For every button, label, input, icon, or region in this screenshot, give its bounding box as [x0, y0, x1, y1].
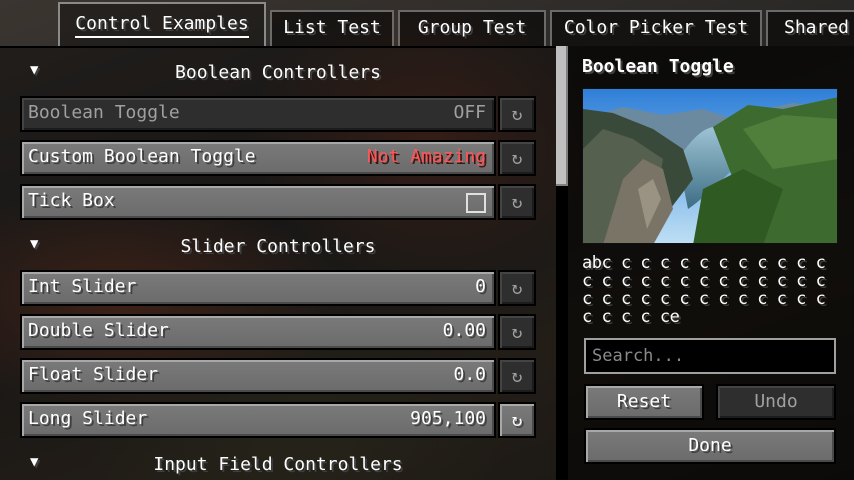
- reset-arrow-icon: ↻: [511, 278, 523, 299]
- control-value: Not Amazing: [366, 146, 486, 167]
- done-button[interactable]: Done: [584, 428, 836, 464]
- section-header-slider[interactable]: ▼ Slider Controllers: [20, 236, 536, 260]
- reset-arrow-icon: ↻: [511, 148, 523, 169]
- section-title: Boolean Controllers: [175, 62, 381, 83]
- undo-button[interactable]: Undo: [716, 384, 836, 420]
- reset-all-button[interactable]: Reset: [584, 384, 704, 420]
- tab-group-test[interactable]: Group Test: [398, 10, 546, 46]
- tab-bar: Control Examples List Test Group Test Co…: [0, 0, 854, 46]
- collapse-arrow-icon: ▼: [30, 454, 39, 470]
- control-label: Long Slider: [28, 408, 148, 429]
- search-input[interactable]: Search...: [584, 338, 836, 374]
- reset-button[interactable]: ↻: [498, 358, 536, 394]
- reset-button[interactable]: ↻: [498, 96, 536, 132]
- int-slider-control[interactable]: Int Slider 0: [20, 270, 496, 306]
- control-label: Double Slider: [28, 320, 169, 341]
- reset-arrow-icon: ↻: [511, 410, 523, 431]
- landscape-image: [583, 89, 837, 243]
- control-value: 905,100: [410, 408, 486, 429]
- tab-control-examples[interactable]: Control Examples: [58, 2, 266, 46]
- control-label: Custom Boolean Toggle: [28, 146, 256, 167]
- reset-arrow-icon: ↻: [511, 366, 523, 387]
- tab-label: Control Examples: [75, 13, 249, 38]
- reset-button[interactable]: ↻: [498, 270, 536, 306]
- tab-list-test[interactable]: List Test: [270, 10, 394, 46]
- tick-box-control[interactable]: Tick Box: [20, 184, 496, 220]
- reset-arrow-icon: ↻: [511, 104, 523, 125]
- reset-button[interactable]: ↻: [498, 314, 536, 350]
- float-slider-control[interactable]: Float Slider 0.0: [20, 358, 496, 394]
- option-description: abc c c c c c c c c c c c c c c c c c c …: [582, 253, 826, 327]
- description-panel: Boolean Toggle abc c c c c c c c c c c c…: [568, 46, 854, 480]
- reset-button[interactable]: ↻: [498, 140, 536, 176]
- section-title: Input Field Controllers: [153, 454, 403, 475]
- section-title: Slider Controllers: [180, 236, 376, 257]
- collapse-arrow-icon: ▼: [30, 62, 39, 78]
- long-slider-control[interactable]: Long Slider 905,100: [20, 402, 496, 438]
- control-label: Float Slider: [28, 364, 159, 385]
- control-label: Int Slider: [28, 276, 137, 297]
- control-value: 0: [475, 276, 486, 297]
- reset-arrow-icon: ↻: [511, 322, 523, 343]
- control-label: Boolean Toggle: [28, 102, 180, 123]
- preview-image: [582, 88, 838, 244]
- double-slider-control[interactable]: Double Slider 0.00: [20, 314, 496, 350]
- tab-shared[interactable]: Shared: [766, 10, 854, 46]
- option-title: Boolean Toggle: [582, 56, 734, 77]
- reset-button[interactable]: ↻: [498, 184, 536, 220]
- tab-color-picker-test[interactable]: Color Picker Test: [550, 10, 762, 46]
- custom-boolean-toggle-control[interactable]: Custom Boolean Toggle Not Amazing: [20, 140, 496, 176]
- section-header-boolean[interactable]: ▼ Boolean Controllers: [20, 62, 536, 86]
- control-value: 0.00: [442, 320, 486, 341]
- boolean-toggle-control[interactable]: Boolean Toggle OFF: [20, 96, 496, 132]
- section-header-input[interactable]: ▼ Input Field Controllers: [20, 454, 536, 478]
- control-value: 0.0: [453, 364, 486, 385]
- collapse-arrow-icon: ▼: [30, 236, 39, 252]
- scrollbar-thumb[interactable]: [556, 46, 568, 186]
- reset-arrow-icon: ↻: [511, 192, 523, 213]
- reset-button[interactable]: ↻: [498, 402, 536, 438]
- tick-box-checkbox[interactable]: [466, 193, 486, 213]
- control-value: OFF: [453, 102, 486, 123]
- control-label: Tick Box: [28, 190, 115, 211]
